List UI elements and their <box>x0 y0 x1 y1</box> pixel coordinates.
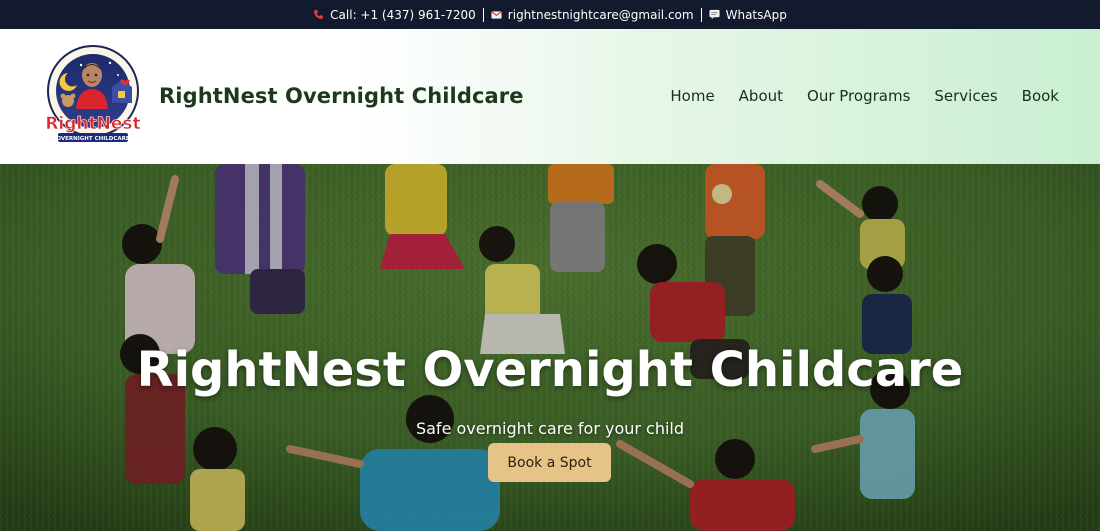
divider <box>700 7 702 22</box>
logo-graphic: RightNest OVERNIGHT CHILDCARE <box>45 45 141 142</box>
email-link[interactable]: rightnestnightcare@gmail.com <box>491 8 694 22</box>
main-nav: Home About Our Programs Services Book <box>670 87 1059 105</box>
chat-icon <box>709 9 720 20</box>
nav-our-programs[interactable]: Our Programs <box>807 87 910 105</box>
email-label: rightnestnightcare@gmail.com <box>507 7 694 22</box>
hero-section: RightNest Overnight Childcare Safe overn… <box>0 164 1100 531</box>
phone-label: Call: +1 (437) 961-7200 <box>330 7 476 22</box>
whatsapp-link[interactable]: WhatsApp <box>709 8 787 22</box>
nav-book[interactable]: Book <box>1022 87 1059 105</box>
site-logo[interactable]: RightNest OVERNIGHT CHILDCARE <box>45 45 141 147</box>
site-header: RightNest OVERNIGHT CHILDCARE RightNest … <box>0 29 1100 164</box>
top-contact-bar: Call: +1 (437) 961-7200 rightnestnightca… <box>0 0 1100 29</box>
whatsapp-label: WhatsApp <box>725 7 787 22</box>
nav-home[interactable]: Home <box>670 87 714 105</box>
site-title[interactable]: RightNest Overnight Childcare <box>159 84 524 108</box>
nav-about[interactable]: About <box>739 87 783 105</box>
logo-ribbon-text: OVERNIGHT CHILDCARE <box>56 136 129 142</box>
email-icon <box>491 9 502 20</box>
phone-link[interactable]: Call: +1 (437) 961-7200 <box>313 8 476 22</box>
book-a-spot-button[interactable]: Book a Spot <box>488 443 611 482</box>
phone-icon <box>313 9 324 20</box>
hero-subtitle: Safe overnight care for your child <box>415 419 685 438</box>
nav-services[interactable]: Services <box>934 87 997 105</box>
hero-title: RightNest Overnight Childcare <box>136 342 964 398</box>
divider <box>482 7 484 22</box>
logo-wordmark: RightNest <box>46 114 140 134</box>
